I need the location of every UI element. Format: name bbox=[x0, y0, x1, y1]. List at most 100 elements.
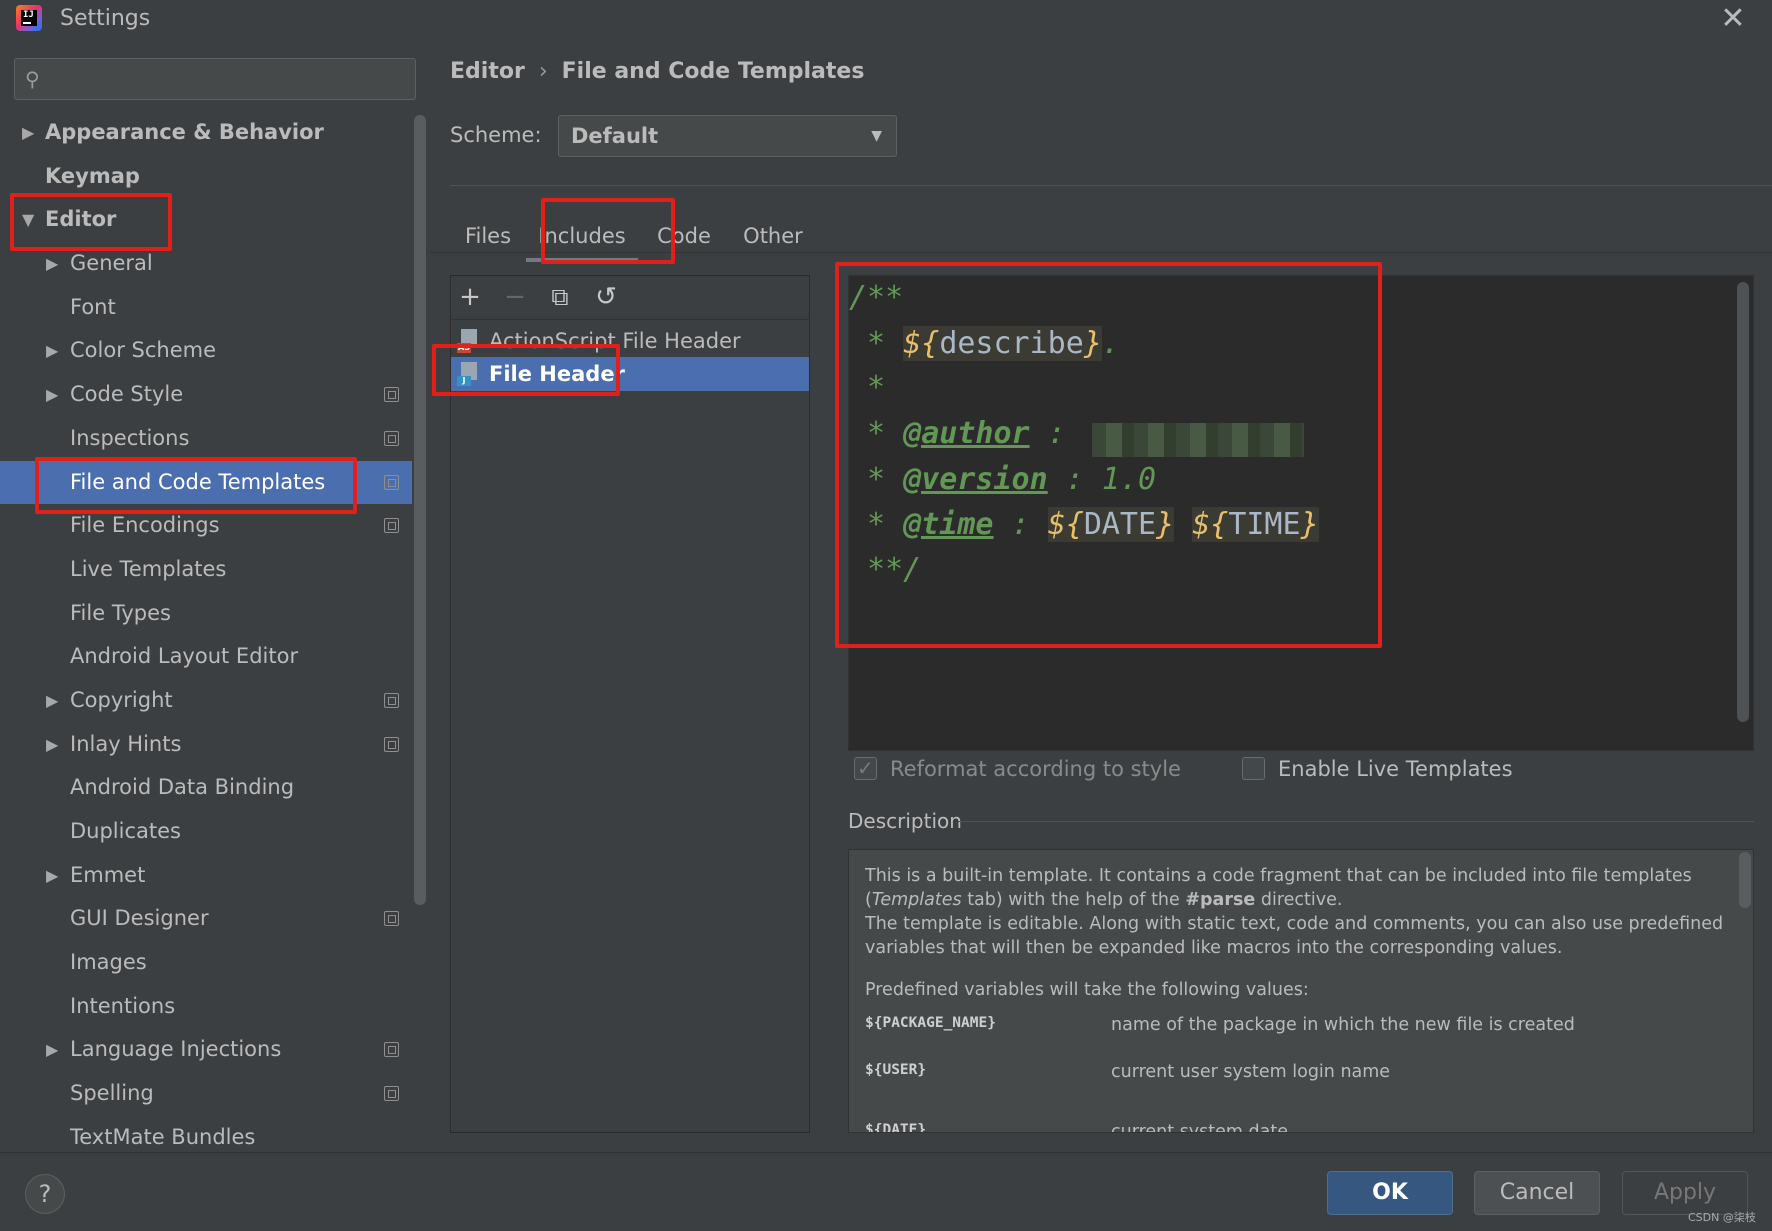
checkbox-checked-icon[interactable] bbox=[854, 754, 877, 782]
settings-content: Editor › File and Code Templates Scheme: D… bbox=[430, 42, 1772, 1152]
project-scope-icon bbox=[384, 736, 399, 752]
sidebar-item-android-data-binding[interactable]: Android Data Binding bbox=[0, 766, 412, 810]
template-list-toolbar: + − ⧉ ↺ bbox=[451, 276, 809, 320]
sidebar-item-label: General bbox=[70, 251, 153, 276]
code-line: * ${describe}. bbox=[849, 326, 1120, 361]
variable-name: ${PACKAGE_NAME} bbox=[865, 1015, 996, 1031]
sidebar-item-label: GUI Designer bbox=[70, 906, 209, 931]
sidebar-item-inspections[interactable]: Inspections bbox=[0, 417, 412, 461]
template-code-editor[interactable]: /** * ${describe}. * * @author : * @vers… bbox=[848, 275, 1754, 751]
cancel-button[interactable]: Cancel bbox=[1474, 1171, 1600, 1215]
tab-files[interactable]: Files bbox=[450, 212, 526, 262]
search-input[interactable] bbox=[55, 65, 405, 93]
sidebar-item-label: Font bbox=[70, 294, 116, 319]
code-line: * bbox=[849, 370, 886, 405]
project-scope-icon bbox=[384, 387, 399, 403]
reset-icon[interactable]: ↺ bbox=[591, 282, 621, 312]
sidebar-item-label: Editor bbox=[45, 207, 117, 232]
settings-search[interactable]: ⚲ bbox=[14, 58, 416, 100]
sidebar-item-label: Appearance & Behavior bbox=[45, 120, 324, 144]
expand-arrow-icon[interactable]: ▶ bbox=[22, 111, 34, 155]
sidebar-item-appearance-behavior[interactable]: ▶ Appearance & Behavior bbox=[0, 111, 412, 155]
live-templates-checkbox[interactable]: Enable Live Templates bbox=[1242, 755, 1542, 783]
description-text: (Templates tab) with the help of the #pa… bbox=[865, 890, 1343, 910]
intellij-app-icon: IJ bbox=[16, 5, 42, 31]
tab-includes[interactable]: Includes bbox=[526, 212, 638, 262]
description-scrollbar[interactable] bbox=[1739, 852, 1751, 908]
breadcrumb-current: File and Code Templates bbox=[561, 59, 865, 84]
live-templates-label: Enable Live Templates bbox=[1278, 757, 1513, 781]
project-scope-icon bbox=[384, 1042, 399, 1058]
sidebar-item-android-layout-editor[interactable]: Android Layout Editor bbox=[0, 635, 412, 679]
code-line: * @author : bbox=[849, 416, 1084, 451]
divider bbox=[450, 185, 1772, 186]
sidebar-item-label: Inlay Hints bbox=[70, 731, 182, 756]
sidebar-item-label: File Types bbox=[70, 600, 171, 625]
sidebar-item-live-templates[interactable]: Live Templates bbox=[0, 548, 412, 592]
sidebar-item-copyright[interactable]: ▶ Copyright bbox=[0, 679, 412, 723]
code-line: **/ bbox=[849, 552, 922, 587]
variable-description: name of the package in which the new fil… bbox=[1111, 1015, 1575, 1035]
tab-code[interactable]: Code bbox=[644, 212, 724, 262]
sidebar-item-label: Keymap bbox=[45, 163, 140, 188]
reformat-label: Reformat according to style bbox=[890, 757, 1181, 781]
expand-arrow-icon[interactable]: ▶ bbox=[46, 373, 58, 417]
collapse-arrow-icon[interactable]: ▼ bbox=[22, 198, 34, 242]
checkbox-unchecked-icon[interactable] bbox=[1242, 757, 1265, 780]
sidebar-item-inlay-hints[interactable]: ▶ Inlay Hints bbox=[0, 723, 412, 767]
variable-name: ${DATE} bbox=[865, 1122, 927, 1133]
sidebar-item-color-scheme[interactable]: ▶ Color Scheme bbox=[0, 329, 412, 373]
sidebar-item-label: Inspections bbox=[70, 425, 190, 450]
tab-other[interactable]: Other bbox=[728, 212, 818, 262]
sidebar-item-emmet[interactable]: ▶ Emmet bbox=[0, 854, 412, 898]
sidebar-item-spelling[interactable]: Spelling bbox=[0, 1072, 412, 1116]
scheme-dropdown[interactable]: Default ▼ bbox=[558, 115, 897, 157]
breadcrumb-parent[interactable]: Editor bbox=[450, 59, 525, 84]
sidebar-item-code-style[interactable]: ▶ Code Style bbox=[0, 373, 412, 417]
sidebar-item-label: Spelling bbox=[70, 1081, 154, 1106]
reformat-checkbox[interactable]: Reformat according to style bbox=[854, 754, 1184, 783]
list-item[interactable]: AS ActionScript File Header bbox=[451, 324, 809, 358]
code-line: * @time : ${DATE} ${TIME} bbox=[849, 507, 1319, 542]
sidebar-scrollbar[interactable] bbox=[414, 115, 426, 905]
sidebar-item-font[interactable]: Font bbox=[0, 286, 412, 330]
project-scope-icon bbox=[384, 430, 399, 446]
expand-arrow-icon[interactable]: ▶ bbox=[46, 723, 58, 767]
sidebar-item-file-encodings[interactable]: File Encodings bbox=[0, 504, 412, 548]
help-button[interactable]: ? bbox=[25, 1174, 65, 1214]
expand-arrow-icon[interactable]: ▶ bbox=[46, 854, 58, 898]
sidebar-item-editor[interactable]: ▼ Editor bbox=[0, 198, 412, 242]
java-file-icon: J bbox=[457, 362, 479, 386]
sidebar-item-duplicates[interactable]: Duplicates bbox=[0, 810, 412, 854]
remove-icon[interactable]: − bbox=[500, 282, 530, 312]
copy-icon[interactable]: ⧉ bbox=[545, 282, 575, 312]
sidebar-item-gui-designer[interactable]: GUI Designer bbox=[0, 897, 412, 941]
template-list-panel: + − ⧉ ↺ AS ActionScript File Header J Fi… bbox=[450, 275, 810, 1133]
add-icon[interactable]: + bbox=[455, 282, 485, 312]
settings-sidebar: ⚲ ▶ Appearance & Behavior Keymap ▼ Edito… bbox=[0, 42, 430, 1152]
sidebar-item-language-injections[interactable]: ▶ Language Injections bbox=[0, 1028, 412, 1072]
expand-arrow-icon[interactable]: ▶ bbox=[46, 242, 58, 286]
ok-button[interactable]: OK bbox=[1327, 1171, 1453, 1215]
sidebar-item-file-and-code-templates[interactable]: File and Code Templates bbox=[0, 460, 412, 505]
settings-tree: ▶ Appearance & Behavior Keymap ▼ Editor … bbox=[0, 111, 412, 1160]
expand-arrow-icon[interactable]: ▶ bbox=[46, 1028, 58, 1072]
close-icon[interactable]: ✕ bbox=[1718, 4, 1748, 34]
sidebar-item-label: File and Code Templates bbox=[70, 469, 326, 494]
expand-arrow-icon[interactable]: ▶ bbox=[46, 679, 58, 723]
sidebar-item-intentions[interactable]: Intentions bbox=[0, 985, 412, 1029]
variable-description: current user system login name bbox=[1111, 1062, 1391, 1082]
list-item[interactable]: J File Header bbox=[451, 357, 809, 391]
sidebar-item-general[interactable]: ▶ General bbox=[0, 242, 412, 286]
expand-arrow-icon[interactable]: ▶ bbox=[46, 329, 58, 373]
sidebar-item-label: File Encodings bbox=[70, 513, 220, 538]
editor-scrollbar[interactable] bbox=[1737, 282, 1749, 722]
chevron-down-icon: ▼ bbox=[871, 128, 882, 144]
scheme-label: Scheme: bbox=[450, 123, 542, 147]
sidebar-item-images[interactable]: Images bbox=[0, 941, 412, 985]
description-text: The template is editable. Along with sta… bbox=[865, 914, 1724, 958]
sidebar-item-file-types[interactable]: File Types bbox=[0, 592, 412, 636]
dialog-button-bar: ? OK Cancel Apply CSDN @柒枝 bbox=[0, 1152, 1772, 1231]
sidebar-item-keymap[interactable]: Keymap bbox=[0, 155, 412, 199]
sidebar-item-label: Images bbox=[70, 950, 147, 975]
